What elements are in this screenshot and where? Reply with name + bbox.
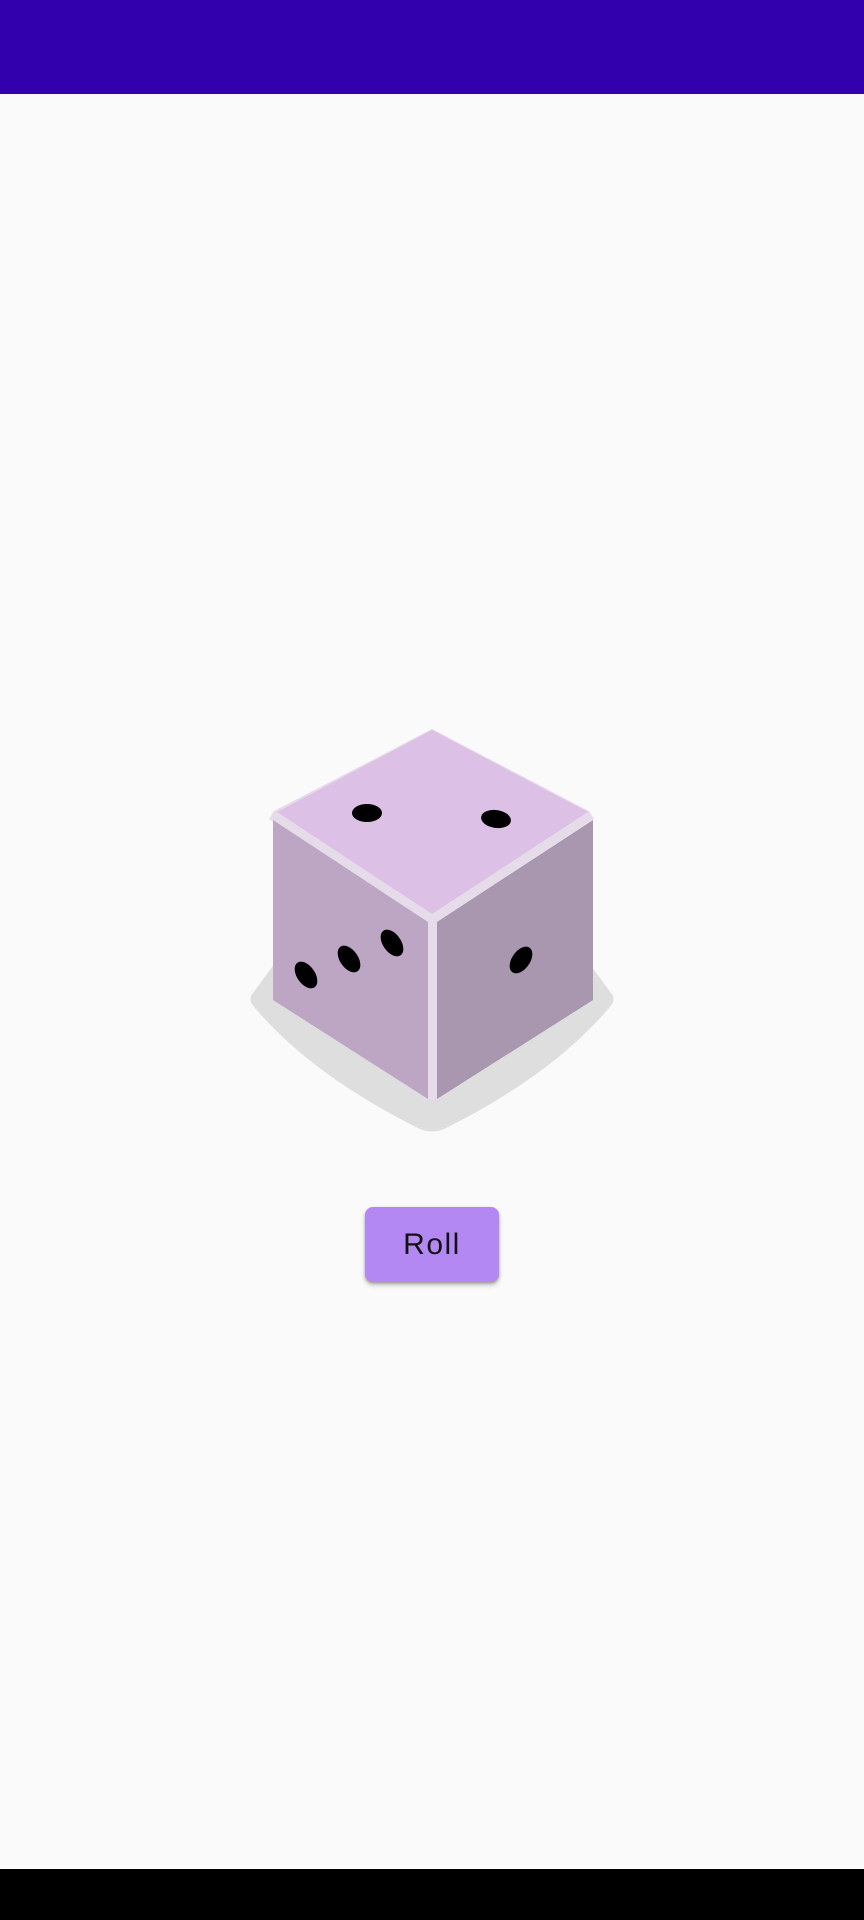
system-navigation-bar bbox=[0, 1869, 864, 1920]
dice-pip bbox=[352, 804, 382, 822]
dice-icon bbox=[250, 729, 614, 1132]
roll-button[interactable]: Roll bbox=[365, 1207, 499, 1282]
app-top-bar bbox=[0, 0, 864, 94]
app-screen: Roll bbox=[0, 0, 864, 1920]
dice-image bbox=[243, 726, 623, 1136]
